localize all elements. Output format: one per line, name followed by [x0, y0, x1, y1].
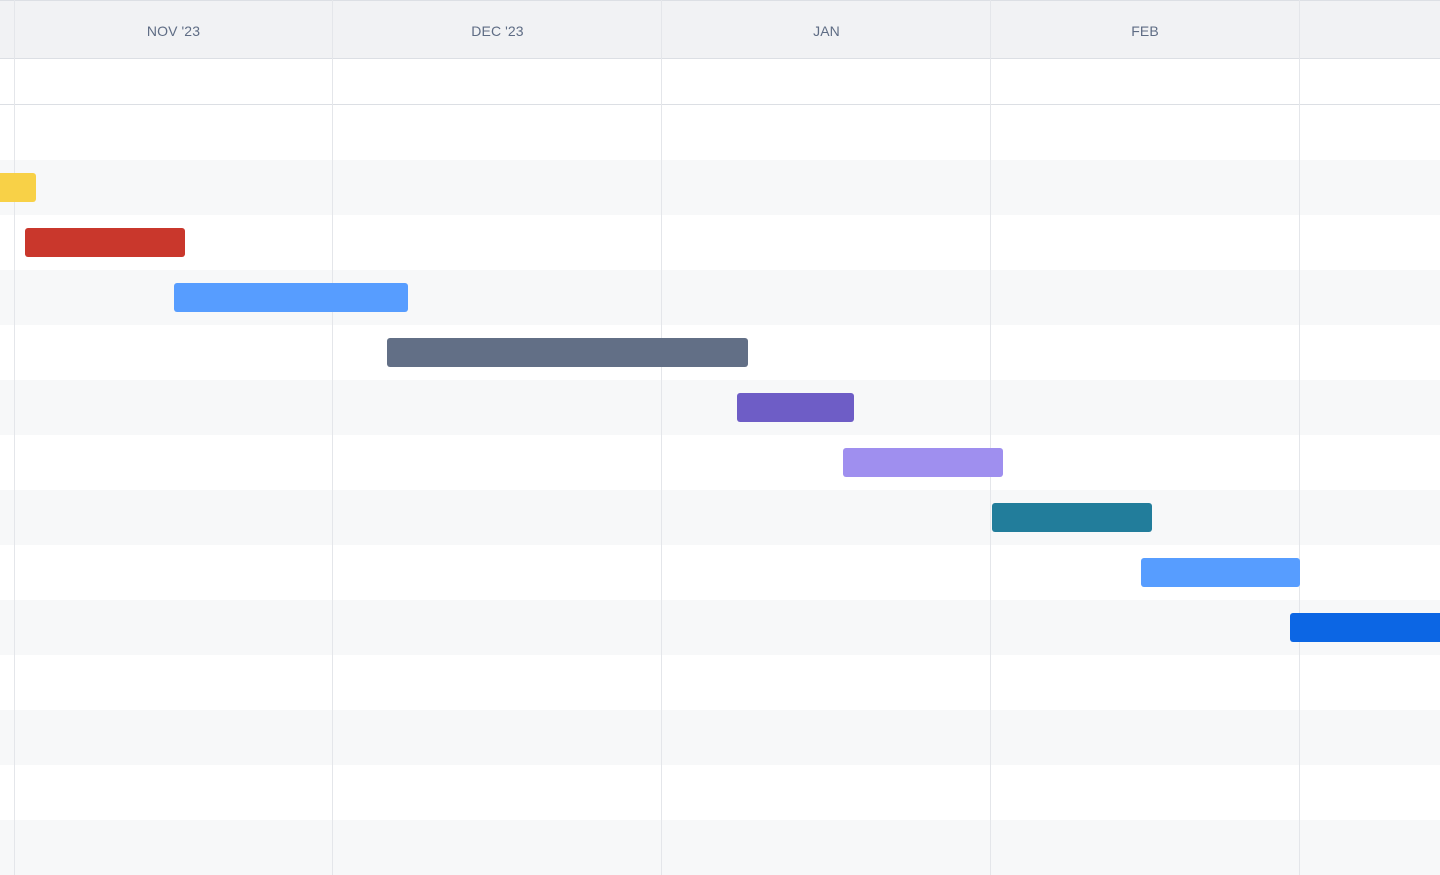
- timeline-chart: NOV '23 DEC '23 JAN FEB: [0, 0, 1440, 875]
- timeline-row: [0, 655, 1440, 710]
- month-divider: [990, 0, 991, 875]
- timeline-row: [0, 490, 1440, 545]
- timeline-bar-6[interactable]: [843, 448, 1003, 477]
- month-divider: [14, 0, 15, 875]
- timeline-row: [0, 820, 1440, 875]
- month-header-dec-23: DEC '23: [471, 23, 524, 39]
- timeline-row: [0, 59, 1440, 105]
- timeline-row: [0, 710, 1440, 765]
- month-header-feb: FEB: [1131, 23, 1159, 39]
- timeline-row: [0, 380, 1440, 435]
- timeline-bar-7[interactable]: [992, 503, 1152, 532]
- month-divider: [1299, 0, 1300, 875]
- timeline-row: [0, 600, 1440, 655]
- timeline-bar-5[interactable]: [737, 393, 854, 422]
- timeline-bar-9[interactable]: [1290, 613, 1440, 642]
- month-header-nov-23: NOV '23: [146, 23, 201, 39]
- timeline-bar-2[interactable]: [25, 228, 185, 257]
- timeline-row: [0, 765, 1440, 820]
- timeline-bar-1[interactable]: [0, 173, 36, 202]
- timeline-bar-3[interactable]: [174, 283, 408, 312]
- timeline-row: [0, 105, 1440, 160]
- month-divider: [332, 0, 333, 875]
- month-divider: [661, 0, 662, 875]
- month-header-jan: JAN: [813, 23, 840, 39]
- timeline-row: [0, 435, 1440, 490]
- timeline-bar-4[interactable]: [387, 338, 748, 367]
- timeline-row: [0, 160, 1440, 215]
- timeline-bar-8[interactable]: [1141, 558, 1300, 587]
- timeline-header: NOV '23 DEC '23 JAN FEB: [0, 0, 1440, 59]
- timeline-row: [0, 215, 1440, 270]
